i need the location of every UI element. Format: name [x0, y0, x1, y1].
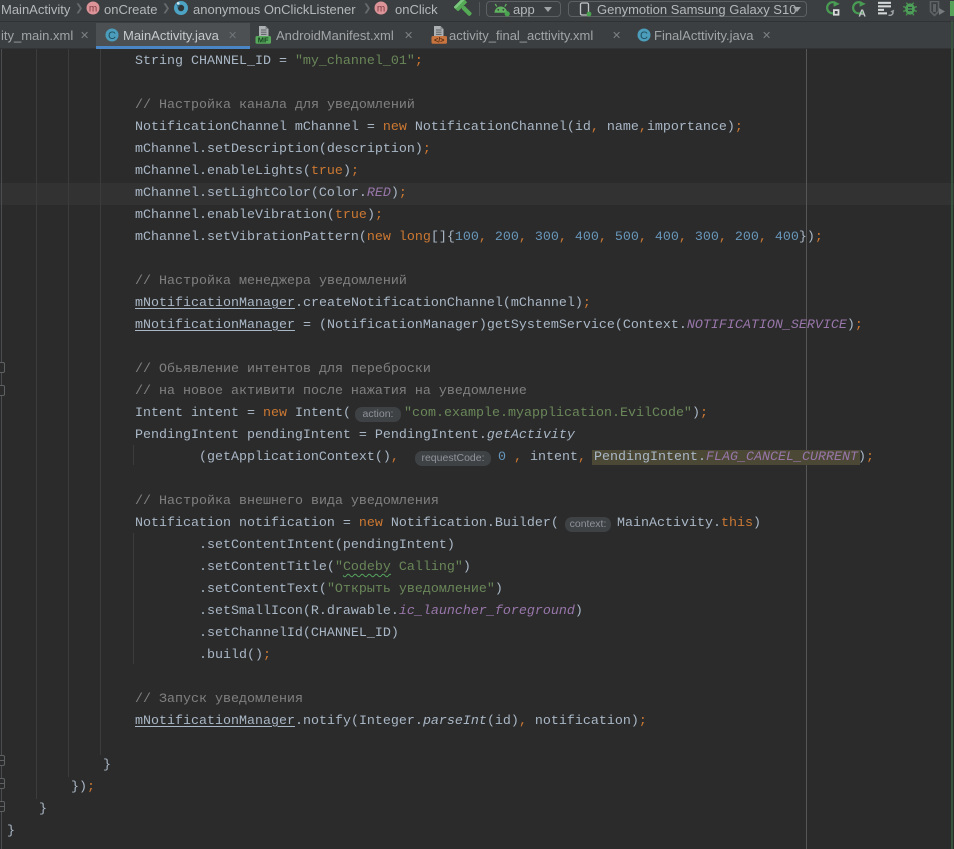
- svg-text:m: m: [89, 4, 97, 15]
- svg-text:C: C: [640, 30, 648, 42]
- svg-text:A: A: [858, 8, 866, 18]
- svg-text:C: C: [108, 30, 116, 42]
- svg-text:MF: MF: [258, 35, 269, 44]
- svg-text:m: m: [377, 4, 385, 15]
- svg-text:</>: </>: [434, 37, 444, 44]
